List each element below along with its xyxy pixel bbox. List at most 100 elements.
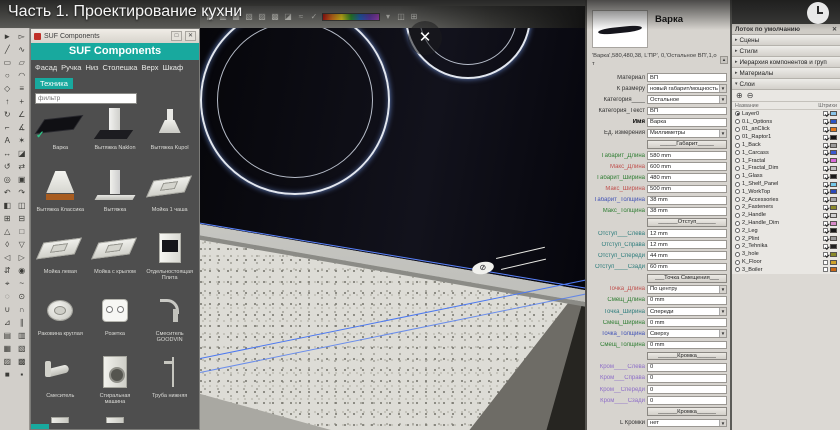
freehand-tool-icon[interactable]: ∿ (15, 43, 30, 56)
layer-visible-checkbox[interactable] (823, 135, 828, 140)
property-input[interactable]: Миллиметры ▼ (647, 129, 727, 138)
layer-visible-checkbox[interactable] (823, 236, 828, 241)
property-row[interactable]: Смещ_Толщина 0 mm ▼ (590, 339, 727, 350)
rotate-tool-icon[interactable]: ↻ (0, 108, 15, 121)
property-row[interactable]: К размеру новый габарит/мощность ▼ (590, 83, 727, 94)
layer-dropdown-icon[interactable]: ▾ (383, 12, 393, 22)
layer-active-radio[interactable] (735, 127, 740, 132)
add-layer-icon[interactable]: ⊕ (736, 91, 743, 101)
suf-tab[interactable]: Столешка (103, 63, 138, 72)
property-row[interactable]: Категория____ Остальное ▼ (590, 94, 727, 105)
property-input[interactable]: 600 mm ▼ (647, 162, 727, 171)
property-input[interactable]: Спереди ▼ (647, 307, 727, 316)
component-item[interactable]: Вытяжка (88, 167, 143, 229)
property-row[interactable]: Ед. измерения Миллиметры ▼ (590, 128, 727, 139)
property-row[interactable]: Категория_Текст ВП ▼ (590, 105, 727, 116)
position-camera-tool-icon[interactable]: ⌖ (0, 277, 15, 290)
solid-union-icon[interactable]: ∪ (0, 303, 15, 316)
property-row[interactable]: Материал ВП ▼ (590, 72, 727, 83)
layer-active-radio[interactable] (735, 174, 740, 179)
suf-tab[interactable]: Ручка (61, 63, 81, 72)
property-input[interactable]: нет ▼ (647, 419, 727, 428)
rotated-rectangle-tool-icon[interactable]: ▱ (15, 56, 30, 69)
dimension-tool-icon[interactable]: ↔ (0, 147, 15, 160)
layer-row[interactable]: 2_Leg (732, 227, 840, 235)
property-row[interactable]: Габарит_Толщина 38 mm ▼ (590, 195, 727, 206)
axes-tool-icon[interactable]: ✶ (15, 134, 30, 147)
layer-active-radio[interactable] (735, 236, 740, 241)
property-row[interactable]: Кром____Слева 0 ▼ (590, 362, 727, 373)
previous-view-icon[interactable]: ↶ (0, 186, 15, 199)
match-photo-icon[interactable]: ◫ (15, 199, 30, 212)
left-view-icon[interactable]: ◁ (0, 251, 15, 264)
validate-icon[interactable]: ✓ (309, 12, 319, 22)
shadows-icon[interactable]: ◪ (283, 12, 293, 22)
property-input[interactable]: ______Кромка______ ▼ (647, 352, 727, 361)
fog-icon[interactable]: ≈ (296, 12, 306, 22)
property-row[interactable]: Отступ_Справа 12 mm ▼ (590, 239, 727, 250)
property-row[interactable]: Макс_Толщина 38 mm ▼ (590, 206, 727, 217)
layer-visible-checkbox[interactable] (823, 228, 828, 233)
component-item[interactable]: Мойка левая (33, 229, 88, 291)
property-row[interactable]: Отступ____Сзади 60 mm ▼ (590, 261, 727, 272)
component-item[interactable]: Смеситель (33, 353, 88, 415)
property-input[interactable]: Остальное ▼ (647, 95, 727, 104)
layer-visible-checkbox[interactable] (823, 182, 828, 187)
front-view-icon[interactable]: □ (15, 225, 30, 238)
layer-visible-checkbox[interactable] (823, 213, 828, 218)
paint-bucket-tool-icon[interactable]: ◧ (0, 199, 15, 212)
layer-active-radio[interactable] (735, 267, 740, 272)
suf-tab-active[interactable]: Техника (35, 78, 73, 89)
component-item[interactable]: Холодильник 2 (88, 415, 143, 423)
solid-split-icon[interactable]: ∥ (15, 316, 30, 329)
property-input[interactable]: ВП ▼ (647, 73, 727, 82)
layer-active-radio[interactable] (735, 205, 740, 210)
layer-visible-checkbox[interactable] (823, 111, 828, 116)
layer-color-swatch[interactable] (830, 228, 837, 233)
pushpull-tool-icon[interactable]: ↑ (0, 95, 15, 108)
layer-visible-checkbox[interactable] (823, 158, 828, 163)
display-wire-icon[interactable]: ▤ (0, 329, 15, 342)
property-row[interactable]: Точка_Толщина Сверху ▼ (590, 328, 727, 339)
component-item[interactable]: ✓ Варка (33, 105, 88, 167)
solid-trim-icon[interactable]: ⊿ (0, 316, 15, 329)
follow-me-tool-icon[interactable]: ~ (15, 277, 30, 290)
property-row[interactable]: Макс_Ширина 500 mm ▼ (590, 183, 727, 194)
eraser-tool-icon[interactable]: ▻ (15, 30, 30, 43)
top-view-icon[interactable]: △ (0, 225, 15, 238)
zoom-tool-icon[interactable]: ◎ (0, 173, 15, 186)
property-input[interactable]: 60 mm ▼ (647, 263, 727, 272)
layer-color-swatch[interactable] (830, 111, 837, 116)
layer-active-radio[interactable] (735, 150, 740, 155)
property-row[interactable]: ______Отступ______ ▼ (590, 217, 727, 228)
property-input[interactable]: ВП ▼ (647, 107, 727, 116)
property-row[interactable]: Точка_Длина По центру ▼ (590, 284, 727, 295)
layer-color-swatch[interactable] (830, 135, 837, 140)
component-item[interactable]: Стиральная машина (88, 353, 143, 415)
protractor-tool-icon[interactable]: ∡ (15, 121, 30, 134)
layer-active-radio[interactable] (735, 252, 740, 257)
remove-layer-icon[interactable]: ⊖ (747, 91, 754, 101)
bottom-view-icon[interactable]: ▽ (15, 238, 30, 251)
xray-icon[interactable]: ▩ (270, 12, 280, 22)
component-item[interactable]: Отдельностоящая Плита (142, 229, 197, 291)
display-textured-icon[interactable]: ▧ (15, 342, 30, 355)
component-item[interactable]: Труба нижняя (142, 353, 197, 415)
property-row[interactable]: L Кромки нет ▼ (590, 417, 727, 428)
component-item[interactable]: Холодильник (33, 415, 88, 423)
property-row[interactable]: ___Точка Смещения___ ▼ (590, 273, 727, 284)
component-item[interactable]: Вытяжка Классика (33, 167, 88, 229)
viewport-3d[interactable]: ⊘ (200, 28, 585, 430)
property-input[interactable]: 0 mm ▼ (647, 341, 727, 350)
layer-active-radio[interactable] (735, 228, 740, 233)
layer-visible-checkbox[interactable] (823, 267, 828, 272)
layer-color-swatch[interactable] (830, 221, 837, 226)
watch-later-icon[interactable] (807, 2, 829, 24)
property-row[interactable]: Кром___Справа 0 ▼ (590, 373, 727, 384)
property-input[interactable]: 38 mm ▼ (647, 207, 727, 216)
layer-row[interactable]: 1_Fractal_Dim (732, 165, 840, 173)
layer-active-radio[interactable] (735, 111, 740, 116)
layer-active-radio[interactable] (735, 119, 740, 124)
select-tool-icon[interactable]: ► (0, 30, 15, 43)
layer-color-swatch[interactable] (830, 127, 837, 132)
